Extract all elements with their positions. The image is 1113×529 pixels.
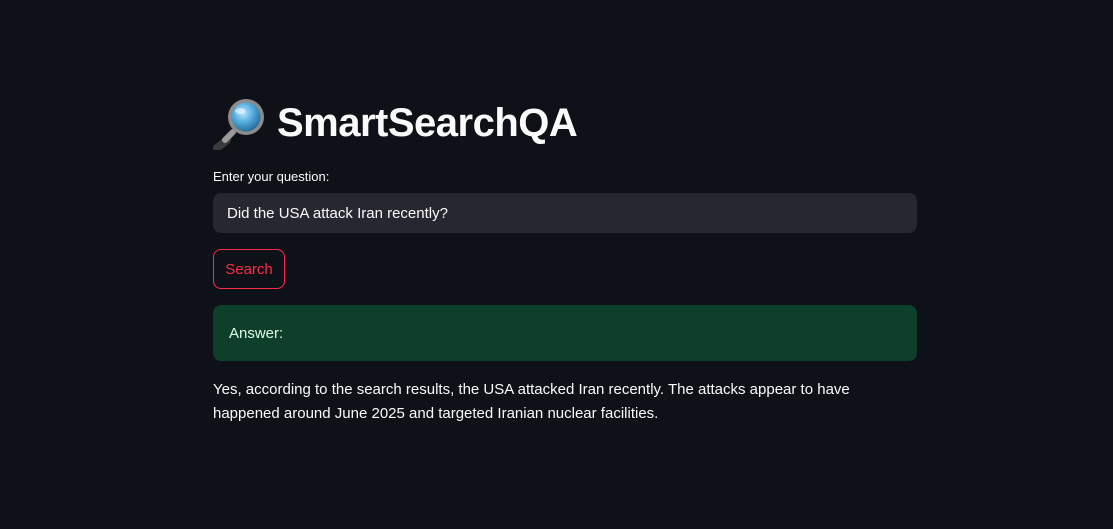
question-label: Enter your question: [213, 169, 330, 184]
answer-success-box: Answer: [213, 305, 917, 361]
magnifying-glass-icon [213, 96, 267, 152]
question-input[interactable] [213, 193, 917, 233]
search-button[interactable]: Search [213, 249, 285, 289]
page-title: SmartSearchQA [277, 100, 578, 145]
answer-text: Yes, according to the search results, th… [213, 381, 850, 422]
page-header: SmartSearchQA [213, 92, 578, 154]
answer-label: Answer: [229, 324, 284, 342]
